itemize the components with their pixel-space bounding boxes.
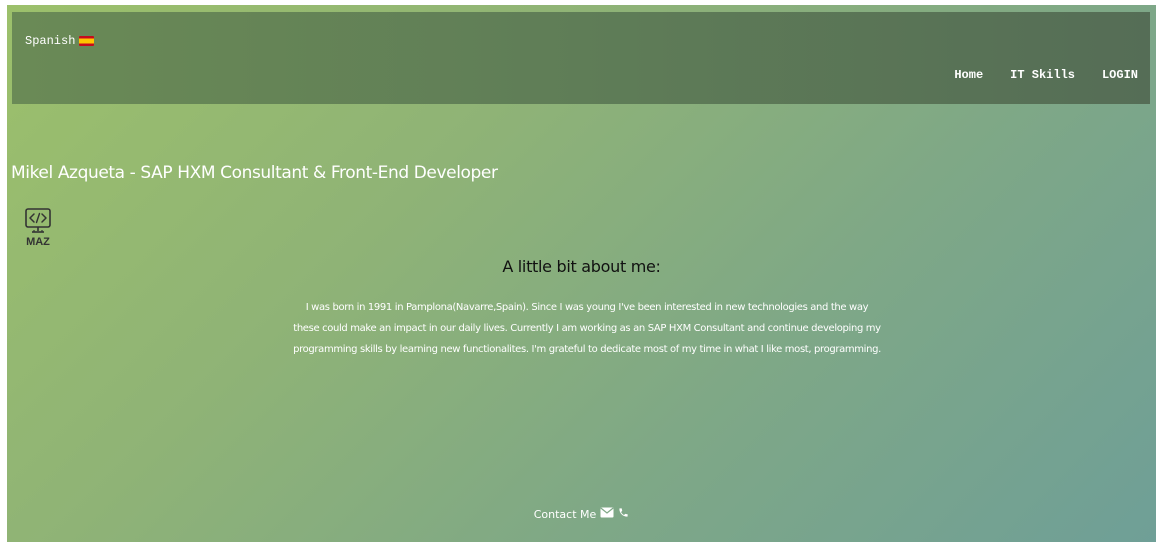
contact-section: Contact Me <box>7 507 1156 521</box>
contact-label: Contact Me <box>533 507 597 521</box>
language-label: Spanish <box>25 34 76 48</box>
page-background: Spanish Home IT Skills LOGIN Mikel Azque… <box>7 5 1156 542</box>
logo-text: MAZ <box>26 236 50 248</box>
spain-flag-icon <box>79 36 95 46</box>
page-title: Mikel Azqueta - SAP HXM Consultant & Fro… <box>11 163 498 183</box>
nav-links: Home IT Skills LOGIN <box>954 68 1138 82</box>
code-monitor-icon <box>25 208 51 233</box>
envelope-icon[interactable] <box>600 507 614 521</box>
nav-it-skills-link[interactable]: IT Skills <box>1010 68 1075 82</box>
site-logo: MAZ <box>22 207 58 251</box>
language-switcher[interactable]: Spanish <box>25 34 95 48</box>
nav-home-link[interactable]: Home <box>954 68 983 82</box>
about-paragraph: I was born in 1991 in Pamplona(Navarre,S… <box>293 302 881 355</box>
navbar: Spanish Home IT Skills LOGIN <box>12 12 1150 104</box>
phone-icon[interactable] <box>618 507 629 521</box>
about-heading: A little bit about me: <box>502 257 661 276</box>
nav-login-link[interactable]: LOGIN <box>1102 68 1138 82</box>
